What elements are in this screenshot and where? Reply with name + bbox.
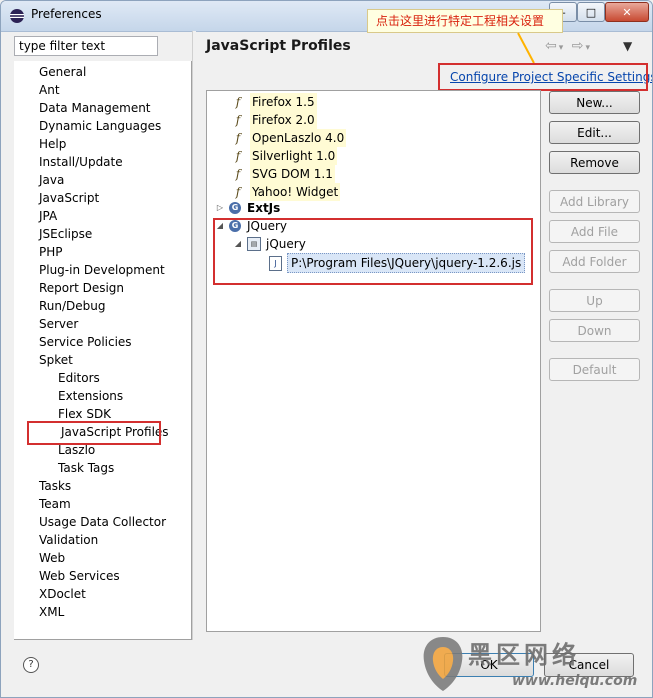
tree-node-extjs[interactable]: ▷ G ExtJs [215, 199, 280, 217]
nav-item-javascript[interactable]: JavaScript [39, 189, 99, 207]
watermark-logo-icon [423, 637, 463, 691]
nav-item-editors[interactable]: Editors [58, 369, 100, 387]
profile-item[interactable]: f SVG DOM 1.1 [231, 165, 335, 183]
annotation-box-jquery [213, 218, 533, 285]
pane-divider[interactable] [192, 31, 196, 640]
nav-item-help[interactable]: Help [39, 135, 66, 153]
nav-item-usage-data-collector[interactable]: Usage Data Collector [39, 513, 166, 531]
new-button[interactable]: New... [549, 91, 640, 114]
preference-tree[interactable]: General Ant Data Management Dynamic Languag… [14, 61, 192, 640]
nav-item-team[interactable]: Team [39, 495, 71, 513]
annotation-callout: 点击这里进行特定工程相关设置 [367, 9, 563, 33]
profile-label: OpenLaszlo 4.0 [250, 129, 347, 147]
profile-icon: f [235, 95, 241, 109]
back-arrow-icon[interactable]: ⇦ [545, 38, 559, 54]
nav-item-ant[interactable]: Ant [39, 81, 60, 99]
nav-item-run-debug[interactable]: Run/Debug [39, 297, 106, 315]
help-icon[interactable]: ? [23, 657, 39, 673]
add-library-button[interactable]: Add Library [549, 190, 640, 213]
nav-item-java[interactable]: Java [39, 171, 64, 189]
nav-item-php[interactable]: PHP [39, 243, 63, 261]
nav-item-spket[interactable]: Spket [39, 351, 73, 369]
window-title: Preferences [31, 7, 102, 21]
profile-item[interactable]: f Yahoo! Widget [231, 183, 341, 201]
nav-item-install-update[interactable]: Install/Update [39, 153, 123, 171]
nav-item-web-services[interactable]: Web Services [39, 567, 120, 585]
up-button[interactable]: Up [549, 289, 640, 312]
profile-label: SVG DOM 1.1 [250, 165, 335, 183]
nav-item-jseclipse[interactable]: JSEclipse [39, 225, 92, 243]
profile-label: Firefox 2.0 [250, 111, 317, 129]
eclipse-icon [10, 9, 24, 23]
nav-item-report-design[interactable]: Report Design [39, 279, 124, 297]
history-nav: ⇦▾ ⇨▾ [545, 38, 592, 54]
profile-label: Firefox 1.5 [250, 93, 317, 111]
page-title: JavaScript Profiles [206, 38, 351, 54]
nav-item-xml[interactable]: XML [39, 603, 64, 621]
profile-item[interactable]: f Firefox 2.0 [231, 111, 317, 129]
watermark-text: 黑区网络 [468, 641, 580, 669]
nav-item-extensions[interactable]: Extensions [58, 387, 123, 405]
default-button[interactable]: Default [549, 358, 640, 381]
add-file-button[interactable]: Add File [549, 220, 640, 243]
remove-button[interactable]: Remove [549, 151, 640, 174]
close-button[interactable]: ✕ [605, 2, 649, 22]
profile-item[interactable]: f Firefox 1.5 [231, 93, 317, 111]
library-group-icon: G [229, 202, 241, 214]
add-folder-button[interactable]: Add Folder [549, 250, 640, 273]
edit-button[interactable]: Edit... [549, 121, 640, 144]
nav-item-task-tags[interactable]: Task Tags [58, 459, 114, 477]
nav-item-server[interactable]: Server [39, 315, 78, 333]
nav-item-service-policies[interactable]: Service Policies [39, 333, 132, 351]
profile-item[interactable]: f Silverlight 1.0 [231, 147, 338, 165]
view-menu-icon[interactable]: ▼ [623, 39, 632, 53]
expand-icon[interactable]: ▷ [215, 199, 225, 217]
nav-item-web[interactable]: Web [39, 549, 65, 567]
profile-icon: f [235, 167, 241, 181]
callout-pointer [517, 32, 535, 64]
nav-item-xdoclet[interactable]: XDoclet [39, 585, 86, 603]
watermark: 黑区网络 www.heiqu.com [416, 633, 652, 697]
tree-node-label: ExtJs [247, 201, 281, 215]
nav-item-plug-in-development[interactable]: Plug-in Development [39, 261, 165, 279]
down-button[interactable]: Down [549, 319, 640, 342]
profile-label: Silverlight 1.0 [250, 147, 338, 165]
nav-item-tasks[interactable]: Tasks [39, 477, 71, 495]
annotation-box-link [438, 63, 648, 91]
nav-item-validation[interactable]: Validation [39, 531, 98, 549]
profile-icon: f [235, 185, 241, 199]
filter-input[interactable] [14, 36, 158, 56]
profile-item[interactable]: f OpenLaszlo 4.0 [231, 129, 347, 147]
profile-icon: f [235, 149, 241, 163]
nav-item-general[interactable]: General [39, 63, 86, 81]
profile-icon: f [235, 113, 241, 127]
nav-item-dynamic-languages[interactable]: Dynamic Languages [39, 117, 161, 135]
forward-arrow-icon[interactable]: ⇨ [572, 38, 586, 54]
maximize-button[interactable]: □ [577, 2, 605, 22]
annotation-box-selected [27, 421, 161, 445]
libraries-tree[interactable]: ▷ G ExtJs ◢ G JQuery ◢ ▤ jQuery J P:\Pro… [206, 90, 541, 632]
nav-item-data-management[interactable]: Data Management [39, 99, 151, 117]
profile-label: Yahoo! Widget [250, 183, 341, 201]
nav-item-jpa[interactable]: JPA [39, 207, 57, 225]
watermark-url: www.heiqu.com [512, 673, 638, 689]
profile-icon: f [235, 131, 241, 145]
preferences-window: Preferences – □ ✕ 点击这里进行特定工程相关设置 General… [0, 0, 653, 698]
